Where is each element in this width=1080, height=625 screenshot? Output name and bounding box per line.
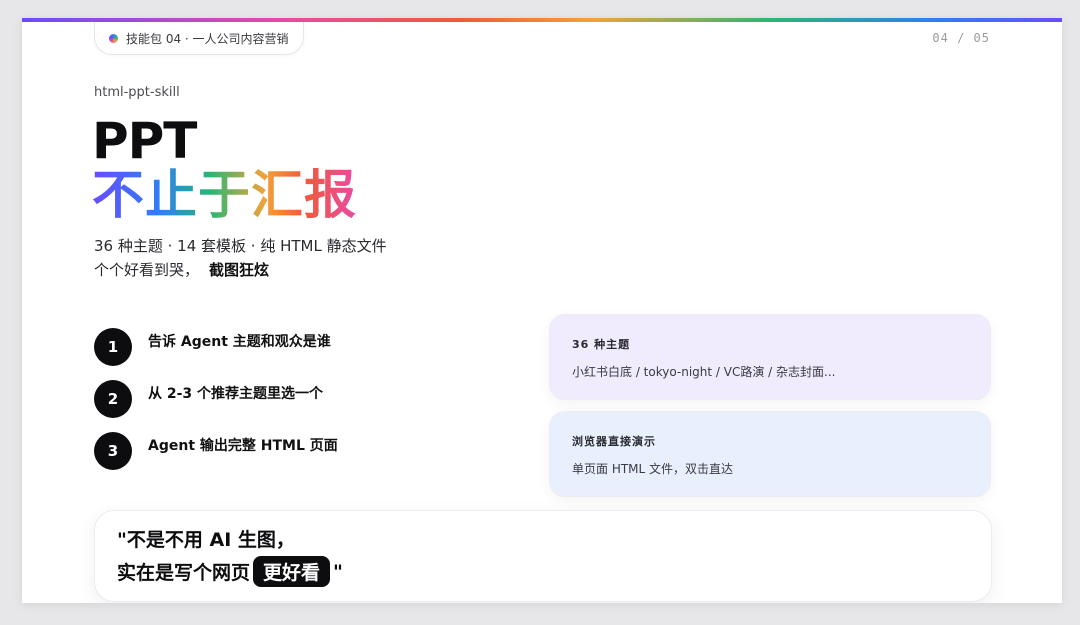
quote-line-1: "不是不用 AI 生图， [117,529,295,551]
quote-line-2-prefix: 实在是写个网页 [117,562,251,584]
step-label: 从 2-3 个推荐主题里选一个 [148,386,324,402]
subtitle-line-2-text: 个个好看到哭， [94,261,200,279]
card-title: 36 种主题 [572,338,631,351]
step-item: 2 从 2-3 个推荐主题里选一个 [94,380,323,418]
color-dot-icon [109,33,118,43]
quote-line-2-suffix: " [333,560,343,583]
card-description: 小红书白底 / tokyo-night / VC路演 / 杂志封面... [572,365,836,379]
title-line-2: 不止于汇报 [92,166,358,226]
step-label: Agent 输出完整 HTML 页面 [148,438,338,454]
card-title: 浏览器直接演示 [572,435,656,448]
step-number-badge: 2 [94,380,132,418]
subtitle: 36 种主题 · 14 套模板 · 纯 HTML 静态文件 个个好看到哭， 截图狂… [94,234,387,282]
slide: 技能包 04 · 一人公司内容营销 04 / 05 html-ppt-skill… [22,18,1062,603]
quote-highlight-badge: 更好看 [253,556,331,587]
page-indicator: 04 / 05 [932,31,990,45]
kicker-label: html-ppt-skill [94,85,180,100]
title-line-1: PPT [92,112,197,170]
subtitle-line-2: 个个好看到哭， 截图狂炫 [94,258,387,282]
step-number-badge: 1 [94,328,132,366]
subtitle-emphasis: 截图狂炫 [209,261,270,279]
step-number-badge: 3 [94,432,132,470]
pill-label: 技能包 04 · 一人公司内容营销 [126,31,289,46]
card-description: 单页面 HTML 文件，双击直达 [572,462,734,476]
skill-pack-pill[interactable]: 技能包 04 · 一人公司内容营销 [94,22,304,55]
quote-line-2: 实在是写个网页 更好看 " [117,556,343,587]
step-item: 3 Agent 输出完整 HTML 页面 [94,432,338,470]
themes-card: 36 种主题 小红书白底 / tokyo-night / VC路演 / 杂志封面… [549,314,991,400]
subtitle-line-1: 36 种主题 · 14 套模板 · 纯 HTML 静态文件 [94,237,387,255]
quote-box: "不是不用 AI 生图， 实在是写个网页 更好看 " [94,510,992,602]
browser-demo-card: 浏览器直接演示 单页面 HTML 文件，双击直达 [549,411,991,497]
step-item: 1 告诉 Agent 主题和观众是谁 [94,328,331,366]
step-label: 告诉 Agent 主题和观众是谁 [148,334,331,350]
